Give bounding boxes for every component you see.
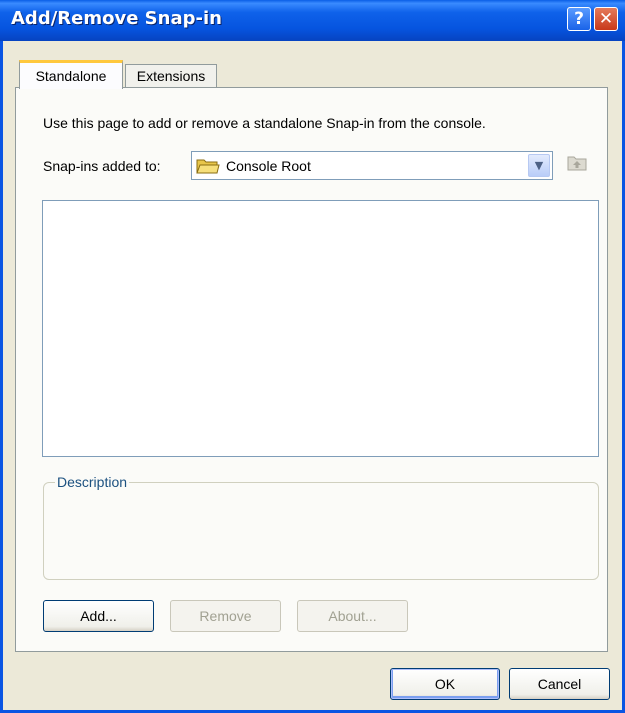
remove-button[interactable]: Remove [170,600,281,632]
help-button[interactable]: ? [567,7,591,31]
title-bar[interactable]: Add/Remove Snap-in ? ✕ [0,0,625,41]
tab-standalone[interactable]: Standalone [19,60,123,89]
instructions-text: Use this page to add or remove a standal… [43,115,486,131]
up-one-level-icon[interactable] [567,154,587,172]
about-button[interactable]: About... [297,600,408,632]
close-icon: ✕ [598,9,614,29]
snapins-added-to-dropdown[interactable]: Console Root ▼ [191,151,553,180]
add-button[interactable]: Add... [43,600,154,632]
folder-icon [196,159,220,174]
description-group [43,482,599,580]
tab-extensions[interactable]: Extensions [125,64,217,88]
dropdown-value: Console Root [226,158,311,174]
window-title: Add/Remove Snap-in [11,8,222,29]
description-legend: Description [55,474,130,490]
close-button[interactable]: ✕ [594,7,618,31]
snapins-added-to-label: Snap-ins added to: [43,158,161,174]
help-icon: ? [574,9,584,29]
cancel-button[interactable]: Cancel [509,668,610,700]
ok-button[interactable]: OK [390,668,500,700]
snapins-list[interactable] [42,200,599,457]
chevron-down-icon[interactable]: ▼ [528,154,550,177]
